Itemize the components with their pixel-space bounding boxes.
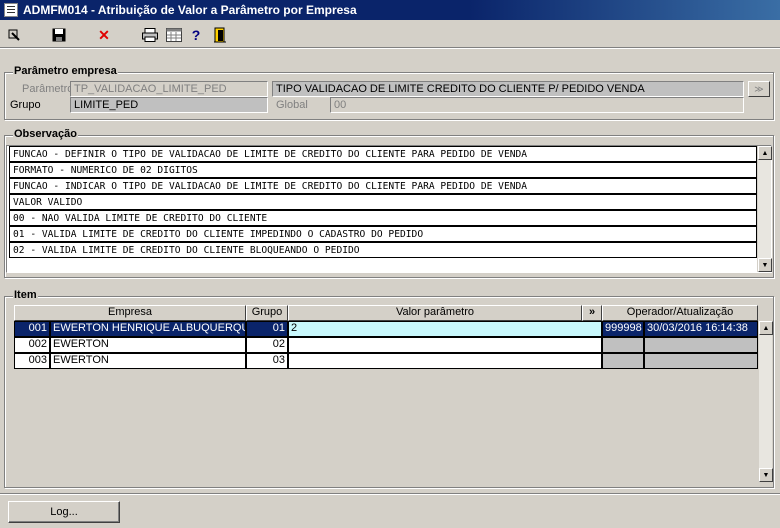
observacao-line: 02 - VALIDA LIMITE DE CREDITO DO CLIENTE… <box>9 242 757 258</box>
row-2-operador[interactable] <box>602 337 644 353</box>
row-1-atualizacao[interactable]: 30/03/2016 16:14:38 <box>644 321 758 337</box>
scroll-up-icon[interactable]: ▲ <box>759 321 773 335</box>
scroll-down-icon[interactable]: ▼ <box>759 468 773 482</box>
grupo-label: Grupo <box>10 99 41 111</box>
enter-query-icon[interactable] <box>4 25 24 45</box>
observacao-line: 01 - VALIDA LIMITE DE CREDITO DO CLIENTE… <box>9 226 757 242</box>
parametro-description-field[interactable]: TIPO VALIDACAO DE LIMITE CREDITO DO CLIE… <box>272 81 744 97</box>
row-2-code[interactable]: 002 <box>14 337 50 353</box>
footer-separator <box>0 493 780 495</box>
window-title: ADMFM014 - Atribuição de Valor a Parâmet… <box>23 3 357 17</box>
header-expand-button[interactable]: » <box>582 305 602 321</box>
observacao-line: 00 - NAO VALIDA LIMITE DE CREDITO DO CLI… <box>9 210 757 226</box>
item-scrollbar[interactable]: ▲ ▼ <box>758 321 773 482</box>
parametro-label: Parâmetro <box>22 83 74 95</box>
parametro-lov-button[interactable]: ≫ <box>748 81 770 97</box>
observacao-line: FUNCAO - DEFINIR O TIPO DE VALIDACAO DE … <box>9 146 757 162</box>
observacao-textarea[interactable]: FUNCAO - DEFINIR O TIPO DE VALIDACAO DE … <box>6 145 772 273</box>
exit-icon[interactable] <box>210 25 230 45</box>
row-3-grupo[interactable]: 03 <box>246 353 288 369</box>
app-icon <box>4 3 18 17</box>
item-title: Item <box>13 289 38 301</box>
observacao-line: FORMATO - NUMERICO DE 02 DIGITOS <box>9 162 757 178</box>
row-3-atualizacao[interactable] <box>644 353 758 369</box>
row-1-grupo[interactable]: 01 <box>246 321 288 337</box>
parametro-empresa-title: Parâmetro empresa <box>13 65 118 77</box>
header-operador-atualizacao[interactable]: Operador/Atualização <box>602 305 758 321</box>
log-button[interactable]: Log... <box>8 501 120 523</box>
delete-icon[interactable]: ✕ <box>94 25 114 45</box>
observacao-line: FUNCAO - INDICAR O TIPO DE VALIDACAO DE … <box>9 178 757 194</box>
observacao-title: Observação <box>13 128 78 140</box>
toolbar: ✕ ? <box>0 22 780 48</box>
row-1-operador[interactable]: 999998 <box>602 321 644 337</box>
row-1-empresa[interactable]: EWERTON HENRIQUE ALBUQUERQUE D <box>50 321 246 337</box>
row-3-empresa[interactable]: EWERTON <box>50 353 246 369</box>
global-field[interactable]: 00 <box>330 97 744 113</box>
row-1-code[interactable]: 001 <box>14 321 50 337</box>
row-2-grupo[interactable]: 02 <box>246 337 288 353</box>
print-icon[interactable] <box>140 25 160 45</box>
scroll-down-icon[interactable]: ▼ <box>758 258 772 272</box>
header-grupo[interactable]: Grupo <box>246 305 288 321</box>
header-empresa[interactable]: Empresa <box>14 305 246 321</box>
help-icon[interactable]: ? <box>186 25 206 45</box>
header-valor-parametro[interactable]: Valor parâmetro <box>288 305 582 321</box>
scroll-up-icon[interactable]: ▲ <box>758 146 772 160</box>
row-3-valor-input[interactable] <box>288 353 602 369</box>
row-2-atualizacao[interactable] <box>644 337 758 353</box>
grupo-field[interactable]: LIMITE_PED <box>70 97 268 113</box>
row-2-empresa[interactable]: EWERTON <box>50 337 246 353</box>
row-2-valor-input[interactable] <box>288 337 602 353</box>
global-label: Global <box>276 99 308 111</box>
parametro-field[interactable]: TP_VALIDACAO_LIMITE_PED <box>70 81 268 97</box>
observacao-line: VALOR VALIDO <box>9 194 757 210</box>
save-icon[interactable] <box>49 25 69 45</box>
row-1-valor-input[interactable]: 2 <box>288 321 602 337</box>
title-bar: ADMFM014 - Atribuição de Valor a Parâmet… <box>0 0 780 20</box>
row-3-code[interactable]: 003 <box>14 353 50 369</box>
calendar-icon[interactable] <box>164 25 184 45</box>
observacao-scrollbar[interactable]: ▲ ▼ <box>757 146 772 272</box>
row-3-operador[interactable] <box>602 353 644 369</box>
toolbar-separator <box>0 47 780 49</box>
